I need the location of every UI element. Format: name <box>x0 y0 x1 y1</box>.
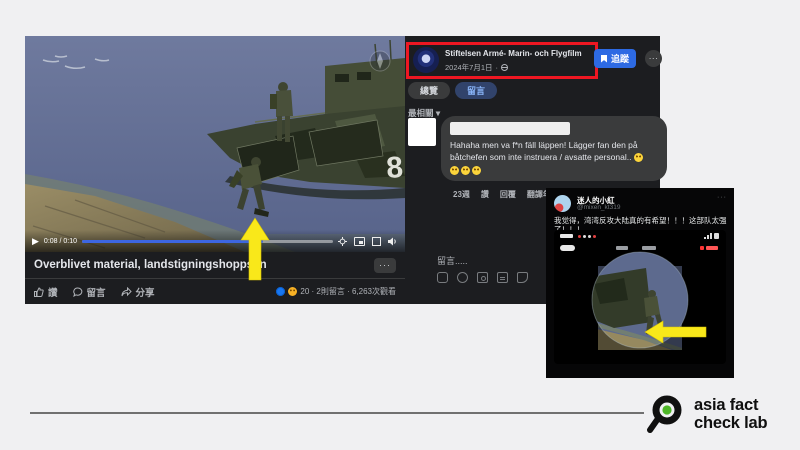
logo-line-1: asia fact <box>694 397 767 415</box>
fullscreen-icon[interactable] <box>372 237 381 246</box>
post-date: 2024年7月1日 <box>445 62 493 73</box>
gif-icon[interactable] <box>497 272 508 283</box>
play-icon[interactable]: ▶ <box>32 237 39 246</box>
like-reaction-icon <box>276 287 285 296</box>
video-frame-landing-scene: 8 <box>25 36 405 252</box>
thumbs-up-icon <box>34 287 44 297</box>
x-handle[interactable]: @mixen_kt319 <box>577 204 620 211</box>
tab-comments[interactable]: 留言 <box>455 82 497 99</box>
x-avatar[interactable] <box>554 195 571 212</box>
picture-in-picture-icon[interactable] <box>354 237 365 246</box>
page-name[interactable]: Stiftelsen Armé- Marin- och Flygfilm <box>445 49 582 58</box>
sticker-icon[interactable] <box>517 272 528 283</box>
video-player[interactable]: 8 <box>25 36 405 252</box>
laughing-emoji-icon <box>472 166 481 175</box>
x-embedded-video[interactable] <box>554 230 726 364</box>
fact-check-composite: 8 <box>0 0 800 450</box>
haha-reaction-icon <box>288 287 297 296</box>
action-bar: 讚 留言 分享 20 · 2則留言 · 6,263次觀看 <box>25 278 405 304</box>
laughing-emoji-icon <box>461 166 470 175</box>
circular-video-crop <box>554 230 726 364</box>
boat-hull-number: 8 <box>385 151 404 185</box>
progress-bar[interactable] <box>82 240 333 243</box>
like-button[interactable]: 讚 <box>34 285 58 299</box>
bookmark-icon <box>601 55 607 63</box>
reaction-stats: 20 · 2則留言 · 6,263次觀看 <box>276 286 396 297</box>
globe-privacy-icon <box>501 64 508 71</box>
volume-icon[interactable] <box>388 237 398 246</box>
laughing-emoji-icon <box>634 153 643 162</box>
chevron-down-icon: ▾ <box>436 108 440 118</box>
commenter-avatar-redacted <box>408 118 436 146</box>
comment-button[interactable]: 留言 <box>73 285 106 299</box>
composer-icons <box>437 272 528 283</box>
comment-input[interactable]: 留言..... <box>437 254 468 267</box>
camera-icon[interactable] <box>477 272 488 283</box>
annotation-arrow-up <box>235 214 275 284</box>
laughing-emoji-icon <box>450 166 459 175</box>
comment-reply-link[interactable]: 回覆 <box>500 189 516 200</box>
avatar-sticker-icon[interactable] <box>437 272 448 283</box>
video-controls-bar: ▶ 0:08 / 0:10 <box>25 230 405 252</box>
video-more-button[interactable]: ··· <box>374 258 396 273</box>
share-button[interactable]: 分享 <box>121 285 155 299</box>
comment-age: 23週 <box>453 189 470 200</box>
logo-line-2: check lab <box>694 415 767 433</box>
commenter-name-redacted <box>450 122 570 135</box>
comment-text: Hahaha men va f*n fäll läppen! Lägger fa… <box>450 140 658 164</box>
x-more-button[interactable]: ··· <box>717 194 727 201</box>
footer-divider-line <box>30 412 644 414</box>
emoji-icon[interactable] <box>457 272 468 283</box>
page-avatar[interactable] <box>413 47 439 73</box>
comment-like-link[interactable]: 讚 <box>481 189 489 200</box>
time-display: 0:08 / 0:10 <box>44 238 77 245</box>
post-date-row: 2024年7月1日 · <box>445 62 508 73</box>
fact-check-lab-wordmark: asia fact check lab <box>694 397 767 433</box>
comment-bubble-icon <box>73 287 83 297</box>
page-watermark-crest <box>370 51 390 71</box>
tab-overview[interactable]: 總覽 <box>408 82 450 99</box>
video-title: Överblivet material, landstigningshoppsa… <box>34 259 374 271</box>
magnifier-logo-icon <box>643 392 689 438</box>
video-title-bar: Överblivet material, landstigningshoppsa… <box>25 252 405 278</box>
x-post-screenshot: 迷人的小紅 @mixen_kt319 ··· 我觉得，湾湾反攻大陆真的有希望！！… <box>546 188 734 378</box>
comment-emoji-row <box>450 166 658 175</box>
share-arrow-icon <box>121 287 132 297</box>
follow-button[interactable]: 追蹤 <box>594 49 636 68</box>
settings-gear-icon[interactable] <box>338 237 347 246</box>
post-more-button[interactable]: ··· <box>645 50 662 67</box>
comment-meta-row: 23週 讚 回覆 翻譯年糕 <box>453 189 559 200</box>
comment-bubble: Hahaha men va f*n fäll läppen! Lägger fa… <box>441 116 667 181</box>
